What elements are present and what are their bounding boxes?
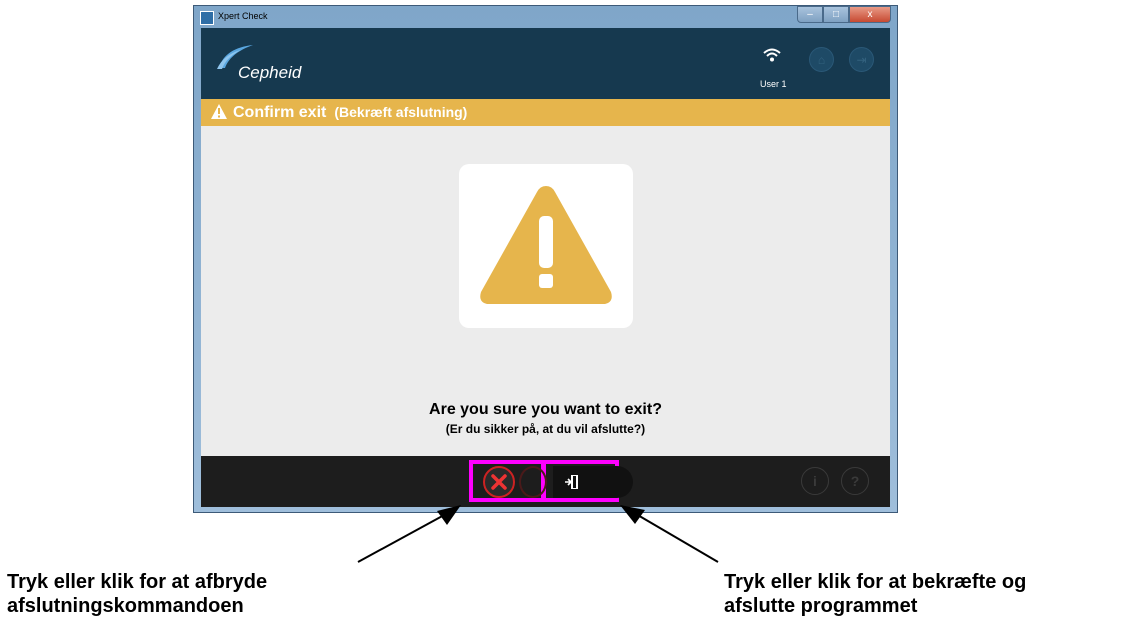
callout-arrows [357, 505, 719, 563]
confirm-callout-line1: Tryk eller klik for at bekræfte og [724, 571, 1027, 593]
confirm-arrowhead [620, 505, 645, 524]
cancel-arrowhead [437, 505, 461, 525]
cancel-callout-line2: afslutningskommandoen [7, 595, 244, 617]
cancel-callout-line1: Tryk eller klik for at afbryde [7, 571, 268, 593]
cancel-callout: Tryk eller klik for at afbryde afslutnin… [7, 570, 267, 618]
confirm-callout-line2: afslutte programmet [724, 595, 918, 617]
confirm-callout: Tryk eller klik for at bekræfte og afslu… [724, 570, 1026, 618]
